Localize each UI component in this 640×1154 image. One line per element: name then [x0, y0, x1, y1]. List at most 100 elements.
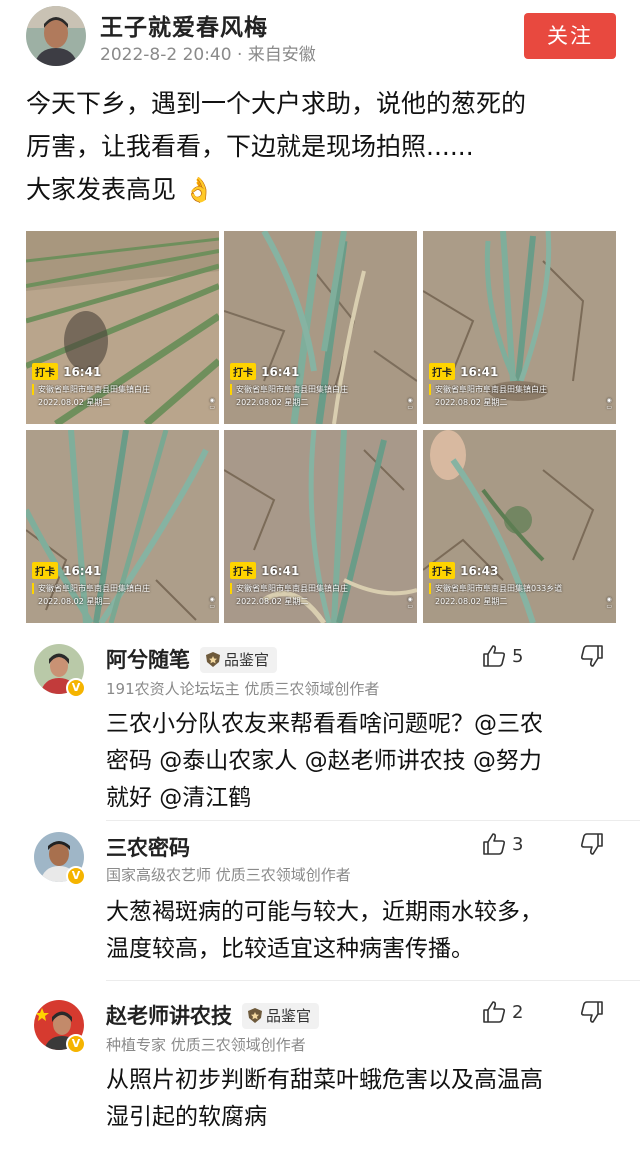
photo-6[interactable]: 打卡 16:43 安徽省阜阳市阜南县田集镇033乡道 2022.08.02 星期… [423, 430, 616, 623]
photo-stamp: 打卡 16:41 [32, 361, 101, 380]
commenter-subtitle: 191农资人论坛坛主 优质三农领域创作者 [106, 680, 380, 698]
verified-badge-icon: V [66, 1034, 86, 1054]
dislike-button[interactable] [580, 1000, 604, 1024]
photo-location: 安徽省阜阳市阜南县田集镇白庄 [230, 384, 380, 395]
thumbs-up-icon [483, 1001, 506, 1023]
ok-hand-emoji: 👌 [183, 176, 214, 204]
comment-line: 密码 @泰山农家人 @赵老师讲农技 @努力 [106, 748, 542, 774]
photo-1[interactable]: 打卡 16:41 安徽省阜阳市阜南县田集镇白庄 2022.08.02 星期二 ◉… [26, 231, 219, 424]
connoisseur-badge: 品鉴官 [200, 647, 278, 673]
comment-1: V 阿兮随笔 品鉴官 191农资人论坛坛主 优质三农领域创作者 5 三农小分队农友… [0, 640, 640, 821]
photo-location: 安徽省阜阳市阜南县田集镇白庄 [32, 384, 182, 395]
photo-image [224, 231, 417, 424]
comment-2: V 三农密码 国家高级农艺师 优质三农领域创作者 3 大葱褐斑病的可能与较大，近… [0, 828, 640, 981]
author-avatar-image [26, 6, 86, 66]
checkin-tag: 打卡 [230, 562, 256, 579]
commenter-subtitle: 国家高级农艺师 优质三农领域创作者 [106, 866, 351, 884]
comment-text: 从照片初步判断有甜菜叶蛾危害以及高温高 湿引起的软腐病 [106, 1062, 616, 1136]
photo-time: 16:41 [261, 364, 300, 379]
photo-location: 安徽省阜阳市阜南县田集镇白庄 [32, 583, 182, 594]
author-avatar[interactable] [26, 6, 86, 66]
comment-divider [106, 820, 640, 821]
checkin-tag: 打卡 [32, 562, 58, 579]
photo-stamp: 打卡 16:41 [230, 361, 299, 380]
photo-stamp: 打卡 16:41 [32, 560, 101, 579]
commenter-subtitle: 种植专家 优质三农领域创作者 [106, 1036, 306, 1054]
comment-text: 大葱褐斑病的可能与较大，近期雨水较多， 温度较高，比较适宜这种病害传播。 [106, 894, 616, 968]
watermark-logo-icon: ◉ ▭ [209, 596, 215, 610]
checkin-tag: 打卡 [230, 363, 256, 380]
post-body-line: 厉害，让我看看，下边就是现场拍照...... [26, 132, 474, 161]
checkin-tag: 打卡 [32, 363, 58, 380]
like-count: 5 [512, 645, 524, 667]
photo-time: 16:41 [63, 364, 102, 379]
photo-5[interactable]: 打卡 16:41 安徽省阜阳市阜南县田集镇白庄 2022.08.02 星期二 ◉… [224, 430, 417, 623]
comment-3: V 赵老师讲农技 品鉴官 种植专家 优质三农领域创作者 2 从照片初步判断有甜菜叶… [0, 996, 640, 1146]
post-meta: 2022-8-2 20:40 · 来自安徽 [100, 45, 316, 65]
shield-icon [206, 652, 220, 667]
photo-2[interactable]: 打卡 16:41 安徽省阜阳市阜南县田集镇白庄 2022.08.02 星期二 ◉… [224, 231, 417, 424]
commenter-name[interactable]: 阿兮随笔 品鉴官 [106, 644, 278, 674]
comment-line: 从照片初步判断有甜菜叶蛾危害以及高温高 [106, 1067, 543, 1093]
photo-date: 2022.08.02 星期二 [435, 597, 508, 606]
post-header: 王子就爱春风梅 2022-8-2 20:40 · 来自安徽 关注 [0, 0, 640, 80]
comment-divider [106, 980, 640, 981]
photo-date: 2022.08.02 星期二 [38, 597, 111, 606]
watermark-logo-icon: ◉ ▭ [407, 397, 413, 411]
photo-image [26, 430, 219, 623]
watermark-logo-icon: ◉ ▭ [606, 596, 612, 610]
photo-date: 2022.08.02 星期二 [236, 597, 309, 606]
photo-time: 16:41 [63, 563, 102, 578]
photo-stamp: 打卡 16:43 [429, 560, 498, 579]
comment-line: 湿引起的软腐病 [106, 1104, 267, 1130]
comment-line: 温度较高，比较适宜这种病害传播。 [106, 936, 474, 962]
comment-line: 大葱褐斑病的可能与较大，近期雨水较多， [106, 899, 543, 925]
thumbs-down-icon [580, 645, 603, 667]
like-button[interactable]: 3 [482, 832, 523, 856]
photo-time: 16:41 [460, 364, 499, 379]
photo-image [423, 430, 616, 623]
verified-badge-icon: V [66, 866, 86, 886]
shield-icon [248, 1008, 262, 1023]
photo-stamp: 打卡 16:41 [230, 560, 299, 579]
post-body: 今天下乡，遇到一个大户求助，说他的葱死的 厉害，让我看看，下边就是现场拍照...… [26, 82, 616, 212]
photo-grid: 打卡 16:41 安徽省阜阳市阜南县田集镇白庄 2022.08.02 星期二 ◉… [26, 231, 616, 623]
post-body-line: 今天下乡，遇到一个大户求助，说他的葱死的 [26, 89, 527, 118]
like-button[interactable]: 5 [482, 644, 523, 668]
like-count: 3 [512, 833, 524, 855]
checkin-tag: 打卡 [429, 562, 455, 579]
thumbs-down-icon [580, 1001, 603, 1023]
follow-button[interactable]: 关注 [524, 13, 616, 59]
connoisseur-badge: 品鉴官 [242, 1003, 320, 1029]
photo-location: 安徽省阜阳市阜南县田集镇白庄 [429, 384, 579, 395]
comment-text: 三农小分队农友来帮看看啥问题呢？@三农 密码 @泰山农家人 @赵老师讲农技 @努… [106, 706, 616, 817]
photo-location: 安徽省阜阳市阜南县田集镇白庄 [230, 583, 380, 594]
verified-badge-icon: V [66, 678, 86, 698]
commenter-name[interactable]: 三农密码 [106, 832, 190, 862]
post-body-line: 大家发表高见 👌 [26, 175, 214, 204]
photo-image [26, 231, 219, 424]
watermark-logo-icon: ◉ ▭ [606, 397, 612, 411]
thumbs-up-icon [483, 833, 506, 855]
photo-time: 16:43 [460, 563, 499, 578]
comment-line: 三农小分队农友来帮看看啥问题呢？@三农 [106, 711, 543, 737]
photo-3[interactable]: 打卡 16:41 安徽省阜阳市阜南县田集镇白庄 2022.08.02 星期二 ◉… [423, 231, 616, 424]
author-name[interactable]: 王子就爱春风梅 [100, 8, 268, 42]
photo-date: 2022.08.02 星期二 [38, 398, 111, 407]
thumbs-up-icon [483, 645, 506, 667]
dislike-button[interactable] [580, 832, 604, 856]
photo-location: 安徽省阜阳市阜南县田集镇033乡道 [429, 583, 579, 594]
checkin-tag: 打卡 [429, 363, 455, 380]
photo-image [423, 231, 616, 424]
watermark-logo-icon: ◉ ▭ [209, 397, 215, 411]
thumbs-down-icon [580, 833, 603, 855]
watermark-logo-icon: ◉ ▭ [407, 596, 413, 610]
comment-line: 就好 @清江鹤 [106, 785, 252, 811]
commenter-name[interactable]: 赵老师讲农技 品鉴官 [106, 1000, 320, 1030]
photo-4[interactable]: 打卡 16:41 安徽省阜阳市阜南县田集镇白庄 2022.08.02 星期二 ◉… [26, 430, 219, 623]
photo-date: 2022.08.02 星期二 [236, 398, 309, 407]
like-button[interactable]: 2 [482, 1000, 523, 1024]
dislike-button[interactable] [580, 644, 604, 668]
like-count: 2 [512, 1001, 524, 1023]
photo-time: 16:41 [261, 563, 300, 578]
